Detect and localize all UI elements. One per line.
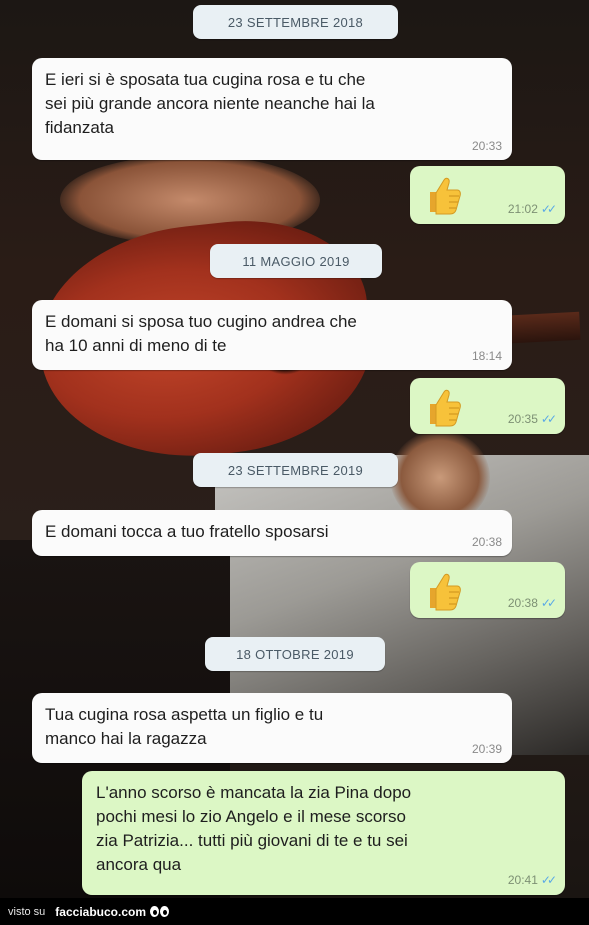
- date-separator: 18 OTTOBRE 2019: [205, 637, 385, 671]
- outgoing-message[interactable]: 20:35 ✓✓: [410, 378, 565, 434]
- thumbs-up-emoji: [430, 573, 461, 611]
- message-time: 18:14: [471, 349, 502, 363]
- double-check-icon: ✓✓: [540, 412, 557, 426]
- double-check-icon: ✓✓: [540, 596, 557, 610]
- message-time: 20:39: [471, 742, 502, 756]
- message-time: 20:38 ✓✓: [507, 596, 557, 610]
- chat-area[interactable]: 23 SETTEMBRE 2018 E ieri si è sposata tu…: [0, 0, 589, 898]
- message-time: 21:02 ✓✓: [507, 202, 557, 216]
- eyes-icon: [150, 906, 169, 917]
- message-text: E domani tocca a tuo fratello sposarsi: [45, 522, 329, 541]
- message-time: 20:38: [471, 535, 502, 549]
- watermark-footer: visto su facciabuco.com: [0, 898, 589, 925]
- message-time: 20:41 ✓✓: [507, 873, 557, 887]
- date-separator: 11 MAGGIO 2019: [210, 244, 382, 278]
- outgoing-message[interactable]: 21:02 ✓✓: [410, 166, 565, 224]
- date-label: 18 OTTOBRE 2019: [236, 646, 354, 662]
- incoming-message[interactable]: E domani tocca a tuo fratello sposarsi 2…: [32, 510, 512, 556]
- message-text: Tua cugina rosa aspetta un figlio e tu m…: [45, 705, 324, 748]
- incoming-message[interactable]: Tua cugina rosa aspetta un figlio e tu m…: [32, 693, 512, 763]
- date-label: 11 MAGGIO 2019: [242, 253, 350, 269]
- date-separator: 23 SETTEMBRE 2019: [193, 453, 398, 487]
- screenshot-frame: 23 SETTEMBRE 2018 E ieri si è sposata tu…: [0, 0, 589, 925]
- double-check-icon: ✓✓: [540, 873, 557, 887]
- outgoing-message[interactable]: L'anno scorso è mancata la zia Pina dopo…: [82, 771, 565, 895]
- incoming-message[interactable]: E domani si sposa tuo cugino andrea che …: [32, 300, 512, 370]
- message-text: E ieri si è sposata tua cugina rosa e tu…: [45, 70, 375, 137]
- message-text: L'anno scorso è mancata la zia Pina dopo…: [96, 783, 412, 874]
- message-time: 20:35 ✓✓: [507, 412, 557, 426]
- thumbs-up-emoji: [430, 389, 461, 427]
- message-time: 20:33: [471, 139, 502, 153]
- date-separator: 23 SETTEMBRE 2018: [193, 5, 398, 39]
- date-label: 23 SETTEMBRE 2018: [227, 14, 364, 30]
- outgoing-message[interactable]: 20:38 ✓✓: [410, 562, 565, 618]
- message-text: E domani si sposa tuo cugino andrea che …: [45, 312, 357, 355]
- date-label: 23 SETTEMBRE 2019: [227, 462, 364, 478]
- thumbs-up-emoji: [430, 177, 461, 215]
- double-check-icon: ✓✓: [540, 202, 557, 216]
- footer-site-link[interactable]: facciabuco.com: [55, 905, 146, 919]
- incoming-message[interactable]: E ieri si è sposata tua cugina rosa e tu…: [32, 58, 512, 160]
- footer-visto: visto su: [8, 905, 46, 918]
